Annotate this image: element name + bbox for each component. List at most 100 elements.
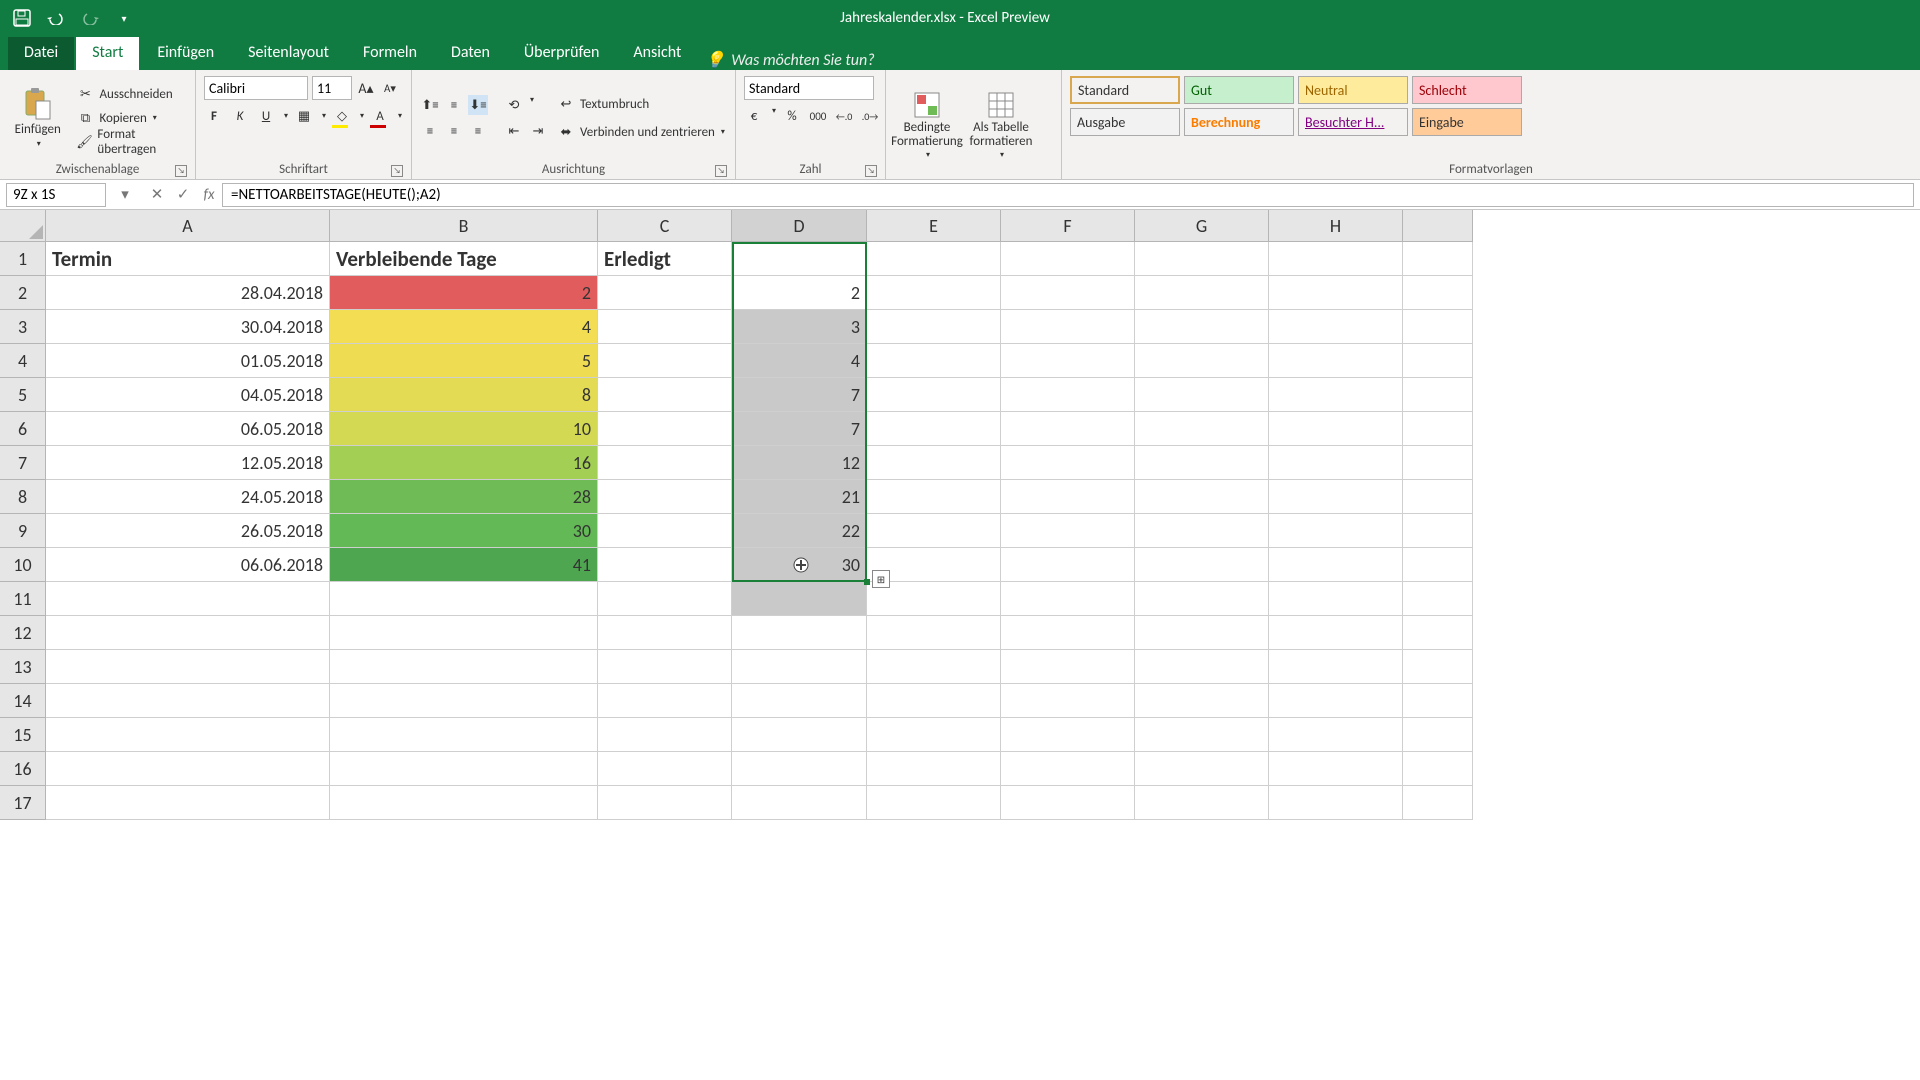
style-output[interactable]: Ausgabe bbox=[1070, 108, 1180, 136]
cell-extra-15[interactable] bbox=[1403, 718, 1473, 752]
cell-extra-12[interactable] bbox=[1403, 616, 1473, 650]
cell-B17[interactable] bbox=[330, 786, 598, 820]
cell-A5[interactable]: 04.05.2018 bbox=[46, 378, 330, 412]
font-color-button[interactable]: A bbox=[370, 106, 390, 126]
cell-G1[interactable] bbox=[1135, 242, 1269, 276]
cell-A15[interactable] bbox=[46, 718, 330, 752]
column-header-extra[interactable] bbox=[1403, 210, 1473, 242]
enter-formula-icon[interactable]: ✓ bbox=[170, 185, 196, 204]
cell-extra-10[interactable] bbox=[1403, 548, 1473, 582]
cell-B14[interactable] bbox=[330, 684, 598, 718]
cell-C14[interactable] bbox=[598, 684, 732, 718]
cell-C13[interactable] bbox=[598, 650, 732, 684]
cell-extra-14[interactable] bbox=[1403, 684, 1473, 718]
column-header-E[interactable]: E bbox=[867, 210, 1001, 242]
cell-E6[interactable] bbox=[867, 412, 1001, 446]
undo-icon[interactable] bbox=[42, 4, 70, 32]
cell-E12[interactable] bbox=[867, 616, 1001, 650]
fill-handle[interactable] bbox=[864, 579, 870, 585]
cell-F8[interactable] bbox=[1001, 480, 1135, 514]
cell-H13[interactable] bbox=[1269, 650, 1403, 684]
cell-G17[interactable] bbox=[1135, 786, 1269, 820]
cell-A13[interactable] bbox=[46, 650, 330, 684]
row-header-13[interactable]: 13 bbox=[0, 650, 46, 684]
tab-view[interactable]: Ansicht bbox=[617, 37, 697, 70]
cell-C9[interactable] bbox=[598, 514, 732, 548]
cell-extra-16[interactable] bbox=[1403, 752, 1473, 786]
font-size-select[interactable] bbox=[312, 76, 352, 100]
row-header-5[interactable]: 5 bbox=[0, 378, 46, 412]
underline-button[interactable]: U bbox=[256, 106, 276, 126]
cell-H7[interactable] bbox=[1269, 446, 1403, 480]
cell-H5[interactable] bbox=[1269, 378, 1403, 412]
cell-H10[interactable] bbox=[1269, 548, 1403, 582]
row-header-4[interactable]: 4 bbox=[0, 344, 46, 378]
cell-E3[interactable] bbox=[867, 310, 1001, 344]
cell-B16[interactable] bbox=[330, 752, 598, 786]
cell-extra-2[interactable] bbox=[1403, 276, 1473, 310]
indent-increase-icon[interactable]: ⇥ bbox=[528, 121, 548, 141]
column-header-D[interactable]: D bbox=[732, 210, 867, 242]
cell-C3[interactable] bbox=[598, 310, 732, 344]
cell-F13[interactable] bbox=[1001, 650, 1135, 684]
cell-B10[interactable]: 41 bbox=[330, 548, 598, 582]
cell-A6[interactable]: 06.05.2018 bbox=[46, 412, 330, 446]
cell-A8[interactable]: 24.05.2018 bbox=[46, 480, 330, 514]
cell-F12[interactable] bbox=[1001, 616, 1135, 650]
cell-G5[interactable] bbox=[1135, 378, 1269, 412]
cell-G8[interactable] bbox=[1135, 480, 1269, 514]
row-header-2[interactable]: 2 bbox=[0, 276, 46, 310]
cell-C16[interactable] bbox=[598, 752, 732, 786]
redo-icon[interactable] bbox=[76, 4, 104, 32]
cell-G4[interactable] bbox=[1135, 344, 1269, 378]
align-bottom-icon[interactable]: ⬇≡ bbox=[468, 95, 488, 115]
bold-button[interactable]: F bbox=[204, 106, 224, 126]
cell-A14[interactable] bbox=[46, 684, 330, 718]
cell-F2[interactable] bbox=[1001, 276, 1135, 310]
cell-B3[interactable]: 4 bbox=[330, 310, 598, 344]
cell-extra-17[interactable] bbox=[1403, 786, 1473, 820]
accounting-format-icon[interactable]: € bbox=[744, 106, 764, 126]
cell-G15[interactable] bbox=[1135, 718, 1269, 752]
cell-B15[interactable] bbox=[330, 718, 598, 752]
shrink-font-icon[interactable]: A▾ bbox=[380, 78, 400, 98]
column-header-G[interactable]: G bbox=[1135, 210, 1269, 242]
cut-button[interactable]: ✂Ausschneiden bbox=[75, 83, 187, 105]
cell-A1[interactable]: Termin bbox=[46, 242, 330, 276]
cell-F5[interactable] bbox=[1001, 378, 1135, 412]
cell-F7[interactable] bbox=[1001, 446, 1135, 480]
cell-D1[interactable] bbox=[732, 242, 867, 276]
cell-B12[interactable] bbox=[330, 616, 598, 650]
cell-F3[interactable] bbox=[1001, 310, 1135, 344]
cell-H17[interactable] bbox=[1269, 786, 1403, 820]
cell-extra-9[interactable] bbox=[1403, 514, 1473, 548]
style-normal[interactable]: Standard bbox=[1070, 76, 1180, 104]
cell-A4[interactable]: 01.05.2018 bbox=[46, 344, 330, 378]
align-middle-icon[interactable]: ≡ bbox=[444, 95, 464, 115]
cell-C6[interactable] bbox=[598, 412, 732, 446]
column-header-C[interactable]: C bbox=[598, 210, 732, 242]
cell-G12[interactable] bbox=[1135, 616, 1269, 650]
column-header-A[interactable]: A bbox=[46, 210, 330, 242]
column-header-H[interactable]: H bbox=[1269, 210, 1403, 242]
cell-E17[interactable] bbox=[867, 786, 1001, 820]
cell-E4[interactable] bbox=[867, 344, 1001, 378]
indent-decrease-icon[interactable]: ⇤ bbox=[504, 121, 524, 141]
cell-B6[interactable]: 10 bbox=[330, 412, 598, 446]
decrease-decimal-icon[interactable]: .0→ bbox=[860, 106, 880, 126]
italic-button[interactable]: K bbox=[230, 106, 250, 126]
select-all-corner[interactable] bbox=[0, 210, 46, 242]
increase-decimal-icon[interactable]: ←.0 bbox=[834, 106, 854, 126]
cell-B4[interactable]: 5 bbox=[330, 344, 598, 378]
cell-F1[interactable] bbox=[1001, 242, 1135, 276]
cell-A9[interactable]: 26.05.2018 bbox=[46, 514, 330, 548]
cell-E7[interactable] bbox=[867, 446, 1001, 480]
fx-icon[interactable]: fx bbox=[196, 186, 222, 204]
cell-C8[interactable] bbox=[598, 480, 732, 514]
cell-H12[interactable] bbox=[1269, 616, 1403, 650]
cell-G6[interactable] bbox=[1135, 412, 1269, 446]
merge-center-button[interactable]: ⬌Verbinden und zentrieren▾ bbox=[556, 121, 725, 143]
style-neutral[interactable]: Neutral bbox=[1298, 76, 1408, 104]
copy-button[interactable]: ⧉Kopieren▾ bbox=[75, 107, 187, 129]
format-painter-button[interactable]: 🖌Format übertragen bbox=[75, 131, 187, 153]
